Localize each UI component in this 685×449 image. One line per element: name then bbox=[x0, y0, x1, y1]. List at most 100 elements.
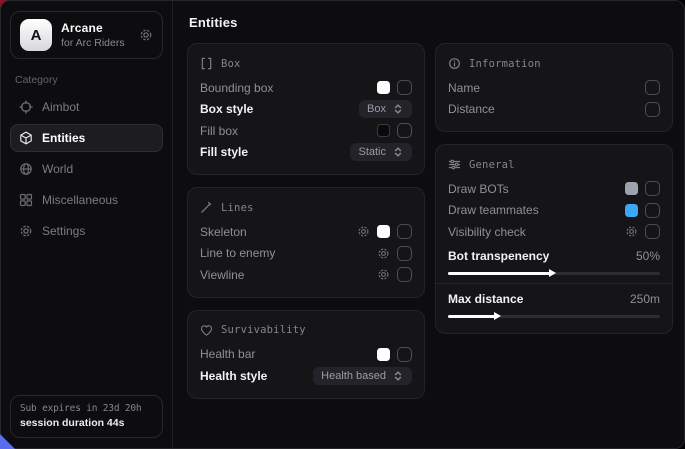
lines-panel: Lines Skeleton Line to enemy bbox=[187, 187, 425, 298]
visibility-check-label: Visibility check bbox=[448, 225, 526, 239]
health-bar-checkbox[interactable] bbox=[397, 347, 412, 362]
visibility-check-row: Visibility check bbox=[448, 221, 660, 243]
fill-box-row: Fill box bbox=[200, 120, 412, 142]
logo-text: Arcane for Arc Riders bbox=[61, 21, 125, 49]
distance-checkbox[interactable] bbox=[645, 102, 660, 117]
draw-bots-label: Draw BOTs bbox=[448, 182, 509, 196]
distance-row: Distance bbox=[448, 99, 660, 121]
gear-icon[interactable] bbox=[377, 247, 390, 260]
sub-expiry-text: Sub expires in 23d 20h bbox=[20, 403, 153, 414]
chevrons-up-down-icon bbox=[392, 370, 404, 382]
panel-title: General bbox=[469, 159, 515, 171]
fill-box-checkbox[interactable] bbox=[397, 123, 412, 138]
grid-icon bbox=[19, 193, 33, 207]
bounding-box-label: Bounding box bbox=[200, 81, 273, 95]
information-panel: Information Name Distance bbox=[435, 43, 673, 132]
fill-style-row: Fill style Static bbox=[200, 142, 412, 164]
max-distance-value: 250m bbox=[630, 292, 660, 306]
page-title: Entities bbox=[189, 15, 673, 30]
color-swatch[interactable] bbox=[377, 348, 390, 361]
color-swatch[interactable] bbox=[625, 204, 638, 217]
line-to-enemy-row: Line to enemy bbox=[200, 243, 412, 265]
draw-teammates-row: Draw teammates bbox=[448, 200, 660, 222]
app-title: Arcane bbox=[61, 21, 125, 35]
dropdown-value: Static bbox=[358, 146, 386, 158]
dropdown-value: Health based bbox=[321, 370, 386, 382]
bot-transparency-slider[interactable] bbox=[448, 272, 660, 275]
sidebar: A Arcane for Arc Riders Category Aimbot … bbox=[1, 1, 173, 448]
sidebar-item-aimbot[interactable]: Aimbot bbox=[10, 93, 163, 121]
skeleton-row: Skeleton bbox=[200, 221, 412, 243]
general-panel: General Draw BOTs Draw teammates bbox=[435, 144, 673, 334]
fill-style-label: Fill style bbox=[200, 145, 248, 159]
chevrons-up-down-icon bbox=[392, 103, 404, 115]
sidebar-item-label: World bbox=[42, 162, 73, 176]
bot-transparency-row: Bot transpenency 50% bbox=[448, 246, 660, 266]
bounding-box-checkbox[interactable] bbox=[397, 80, 412, 95]
slider-fill bbox=[448, 272, 550, 275]
fill-box-label: Fill box bbox=[200, 124, 238, 138]
max-distance-label: Max distance bbox=[448, 292, 523, 306]
dropdown-value: Box bbox=[367, 103, 386, 115]
slider-thumb[interactable] bbox=[494, 312, 501, 320]
line-to-enemy-checkbox[interactable] bbox=[397, 246, 412, 261]
sidebar-item-world[interactable]: World bbox=[10, 155, 163, 183]
draw-bots-checkbox[interactable] bbox=[645, 181, 660, 196]
avatar: A bbox=[20, 19, 52, 51]
chevrons-up-down-icon bbox=[392, 146, 404, 158]
panel-title: Lines bbox=[221, 202, 254, 214]
health-style-row: Health style Health based bbox=[200, 365, 412, 387]
panel-title: Survivability bbox=[221, 324, 306, 336]
gear-icon bbox=[19, 224, 33, 238]
session-duration-text: session duration 44s bbox=[20, 417, 153, 429]
color-swatch[interactable] bbox=[377, 225, 390, 238]
panel-title: Information bbox=[469, 58, 541, 70]
slider-fill bbox=[448, 315, 495, 318]
visibility-check-checkbox[interactable] bbox=[645, 224, 660, 239]
sidebar-item-miscellaneous[interactable]: Miscellaneous bbox=[10, 186, 163, 214]
box-style-dropdown[interactable]: Box bbox=[359, 100, 412, 118]
box-style-label: Box style bbox=[200, 102, 253, 116]
color-swatch[interactable] bbox=[625, 182, 638, 195]
brackets-icon bbox=[200, 57, 213, 70]
survivability-panel: Survivability Health bar Health style bbox=[187, 310, 425, 399]
bounding-box-row: Bounding box bbox=[200, 77, 412, 99]
divider bbox=[436, 283, 672, 284]
skeleton-label: Skeleton bbox=[200, 225, 247, 239]
sidebar-item-entities[interactable]: Entities bbox=[10, 124, 163, 152]
sidebar-item-settings[interactable]: Settings bbox=[10, 217, 163, 245]
gear-icon[interactable] bbox=[377, 268, 390, 281]
fill-style-dropdown[interactable]: Static bbox=[350, 143, 412, 161]
sidebar-item-label: Entities bbox=[42, 131, 85, 145]
sidebar-item-label: Miscellaneous bbox=[42, 193, 118, 207]
panel-title: Box bbox=[221, 58, 241, 70]
main-content: Entities Box Bounding box bbox=[173, 1, 685, 448]
gear-icon[interactable] bbox=[357, 225, 370, 238]
gear-icon[interactable] bbox=[139, 28, 153, 42]
slider-thumb[interactable] bbox=[549, 269, 556, 277]
color-swatch[interactable] bbox=[377, 124, 390, 137]
health-style-label: Health style bbox=[200, 369, 267, 383]
pencil-icon bbox=[200, 201, 213, 214]
max-distance-slider[interactable] bbox=[448, 315, 660, 318]
viewline-label: Viewline bbox=[200, 268, 244, 282]
line-to-enemy-label: Line to enemy bbox=[200, 246, 275, 260]
name-label: Name bbox=[448, 81, 480, 95]
box-style-row: Box style Box bbox=[200, 99, 412, 121]
skeleton-checkbox[interactable] bbox=[397, 224, 412, 239]
bot-transparency-value: 50% bbox=[636, 249, 660, 263]
app-subtitle: for Arc Riders bbox=[61, 37, 125, 49]
draw-teammates-checkbox[interactable] bbox=[645, 203, 660, 218]
name-checkbox[interactable] bbox=[645, 80, 660, 95]
health-style-dropdown[interactable]: Health based bbox=[313, 367, 412, 385]
color-swatch[interactable] bbox=[377, 81, 390, 94]
max-distance-row: Max distance 250m bbox=[448, 289, 660, 309]
cheat-menu-window: A Arcane for Arc Riders Category Aimbot … bbox=[0, 0, 685, 449]
heart-icon bbox=[200, 324, 213, 337]
distance-label: Distance bbox=[448, 102, 495, 116]
globe-icon bbox=[19, 162, 33, 176]
viewline-checkbox[interactable] bbox=[397, 267, 412, 282]
gear-icon[interactable] bbox=[625, 225, 638, 238]
info-icon bbox=[448, 57, 461, 70]
entities-icon bbox=[19, 131, 33, 145]
